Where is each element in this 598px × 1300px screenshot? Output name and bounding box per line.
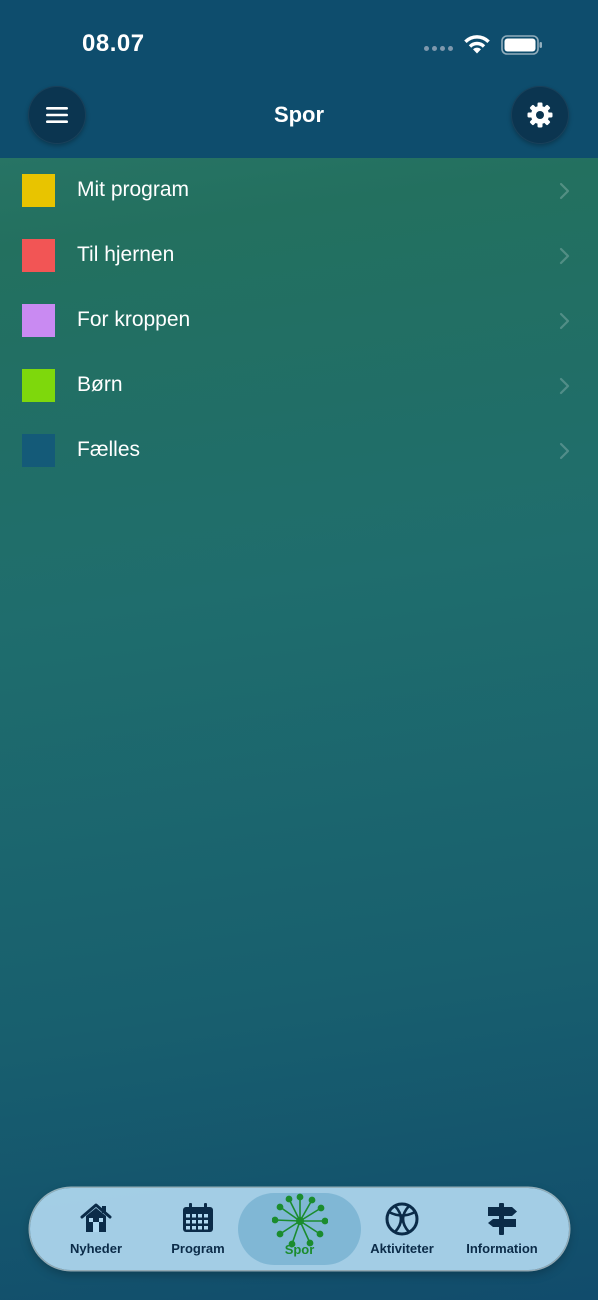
- color-swatch: [22, 434, 55, 467]
- gear-icon: [527, 102, 553, 128]
- chevron-right-icon: [559, 247, 570, 265]
- cellular-signal-icon: [424, 46, 453, 51]
- track-list: Mit program Til hjernen For kroppen Børn…: [0, 158, 598, 483]
- color-swatch: [22, 174, 55, 207]
- list-item-faelles[interactable]: Fælles: [0, 418, 598, 483]
- list-item-mit-program[interactable]: Mit program: [0, 158, 598, 223]
- tab-bar: Nyheder Program Spor Aktiviteter Informa…: [30, 1188, 569, 1270]
- status-time: 08.07: [82, 30, 145, 57]
- battery-icon: [501, 35, 542, 55]
- list-item-boern[interactable]: Børn: [0, 353, 598, 418]
- chevron-right-icon: [559, 377, 570, 395]
- signpost-icon: [488, 1203, 517, 1235]
- tab-information[interactable]: Information: [442, 1188, 562, 1270]
- list-item-label: Mit program: [77, 178, 190, 201]
- color-swatch: [22, 239, 55, 272]
- page-title: Spor: [273, 102, 325, 127]
- list-item-til-hjernen[interactable]: Til hjernen: [0, 223, 598, 288]
- list-item-label: Til hjernen: [77, 243, 175, 266]
- calendar-icon: [183, 1203, 213, 1232]
- chevron-right-icon: [559, 182, 570, 200]
- color-swatch: [22, 369, 55, 402]
- list-item-label: Fælles: [77, 438, 141, 461]
- chevron-right-icon: [559, 442, 570, 460]
- wifi-icon: [464, 35, 490, 54]
- color-swatch: [22, 304, 55, 337]
- house-icon: [80, 1203, 112, 1232]
- tab-label: Information: [466, 1241, 538, 1256]
- settings-button[interactable]: [511, 86, 569, 144]
- list-item-label: For kroppen: [77, 308, 191, 331]
- top-bar: [0, 0, 598, 158]
- dandelion-icon: [271, 1193, 328, 1248]
- chevron-right-icon: [559, 312, 570, 330]
- list-item-for-kroppen[interactable]: For kroppen: [0, 288, 598, 353]
- list-item-label: Børn: [77, 373, 123, 396]
- basketball-icon: [385, 1202, 419, 1236]
